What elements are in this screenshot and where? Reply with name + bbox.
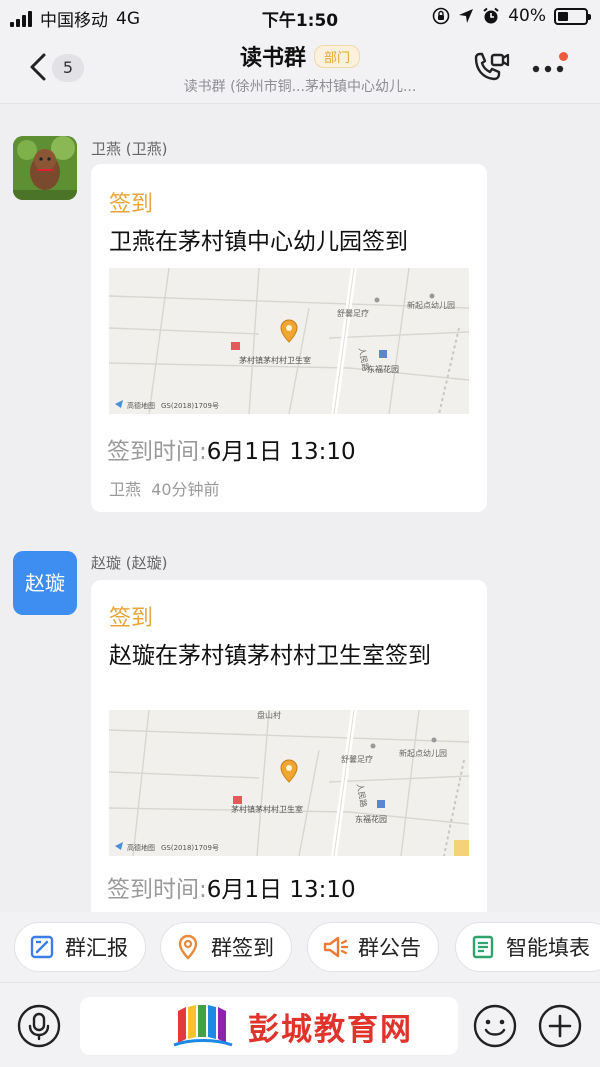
notification-dot [559,52,568,61]
svg-text:GS(2018)1709号: GS(2018)1709号 [161,844,219,852]
svg-text:舒馨足疗: 舒馨足疗 [341,754,373,764]
group-subtitle[interactable]: 读书群 (徐州市铜...茅村镇中心幼儿... [0,76,600,96]
watermark-logo-icon [173,1005,233,1047]
status-right: 40% [432,6,591,26]
footer-time-ago: 40分钟前 [151,480,220,499]
svg-text:东福花园: 东福花园 [367,364,399,374]
svg-text:GS(2018)1709号: GS(2018)1709号 [161,402,219,410]
status-bar: 中国移动 4G 下午1:50 40% [0,0,600,34]
smart-form-button[interactable]: 智能填表 [455,922,600,972]
svg-text:新起点幼儿园: 新起点幼儿园 [407,300,455,310]
page-title: 读书群 [239,46,306,71]
avatar[interactable]: 赵璇 [13,551,77,615]
battery-fill [558,11,569,21]
video-call-icon[interactable] [470,50,510,84]
more-button[interactable] [530,50,570,84]
footer-name: 卫燕 [109,480,142,499]
avatar[interactable] [13,136,77,200]
shortcut-label: 智能填表 [506,936,590,960]
map-thumbnail[interactable]: 盘山村 舒馨足疗 新起点幼儿园 人民路 茅村镇茅村村卫生室 东福花园 高德地图 … [109,710,469,856]
map-image: 盘山村 舒馨足疗 新起点幼儿园 人民路 茅村镇茅村村卫生室 东福花园 高德地图 … [109,710,469,856]
checkin-time-value: 6月1日 13:10 [206,877,356,903]
message-input[interactable]: 彭城教育网 [80,997,458,1055]
watermark-text: 彭城教育网 [248,1011,413,1048]
chat-message: 卫燕 (卫燕) 签到 卫燕在茅村镇中心幼儿园签到 舒馨足疗 新起点幼儿园 人民路 [0,104,600,524]
chat-header: 5 读书群 部门 读书群 (徐州市铜...茅村镇中心幼儿... [0,34,600,104]
checkin-card[interactable]: 签到 赵璇在茅村镇茅村村卫生室签到 盘山村 舒馨足疗 新起点幼儿园 人民路 茅村… [91,580,487,912]
location-arrow-icon [459,9,474,23]
svg-text:高德地图: 高德地图 [127,843,155,852]
checkin-time-label: 签到时间: [107,877,207,903]
alarm-icon [483,7,499,24]
sender-name: 卫燕 (卫燕) [91,140,168,158]
input-bar: 彭城教育网 [0,982,600,1067]
group-report-button[interactable]: 群汇报 [14,922,146,972]
svg-text:舒馨足疗: 舒馨足疗 [337,308,369,318]
emoji-icon[interactable] [472,1003,518,1049]
sender-name: 赵璇 (赵璇) [91,554,168,572]
svg-text:高德地图: 高德地图 [127,401,155,410]
battery-icon [554,7,591,25]
map-thumbnail[interactable]: 舒馨足疗 新起点幼儿园 人民路 茅村镇茅村村卫生室 东福花园 高德地图 GS(2… [109,268,469,414]
department-badge: 部门 [314,44,361,68]
checkin-text: 赵璇在茅村镇茅村村卫生室签到 [109,643,431,669]
svg-text:盘山村: 盘山村 [257,710,281,720]
orientation-lock-icon [432,7,450,25]
svg-text:茅村镇茅村村卫生室: 茅村镇茅村村卫生室 [239,355,311,365]
checkin-time-value: 6月1日 13:10 [206,439,356,465]
group-checkin-button[interactable]: 群签到 [160,922,292,972]
dog-photo-icon [13,136,77,200]
card-type-label: 签到 [109,192,154,217]
card-type-label: 签到 [109,606,154,631]
location-pin-icon [178,934,198,960]
checkin-card[interactable]: 签到 卫燕在茅村镇中心幼儿园签到 舒馨足疗 新起点幼儿园 人民路 茅村镇茅村村卫… [91,164,487,512]
battery-percent: 40% [508,6,546,26]
checkin-text: 卫燕在茅村镇中心幼儿园签到 [109,229,408,255]
checkin-time-label: 签到时间: [107,439,207,465]
checkin-time: 签到时间:6月1日 13:10 [107,870,356,904]
megaphone-icon [323,936,348,958]
checkin-time: 签到时间:6月1日 13:10 [107,432,356,466]
microphone-icon[interactable] [16,1003,62,1049]
shortcut-label: 群公告 [358,936,421,960]
plus-icon[interactable] [537,1003,583,1049]
svg-text:新起点幼儿园: 新起点幼儿园 [399,748,447,758]
card-footer: 卫燕 40分钟前 [109,476,220,500]
svg-text:茅村镇茅村村卫生室: 茅村镇茅村村卫生室 [231,804,303,814]
shortcut-bar: 群汇报 群签到 群公告 智能填表 [0,912,600,982]
report-icon [30,935,54,959]
shortcut-label: 群汇报 [65,936,128,960]
watermark: 彭城教育网 [172,1003,413,1049]
form-icon [472,935,494,959]
svg-text:东福花园: 东福花园 [355,814,387,824]
map-image: 舒馨足疗 新起点幼儿园 人民路 茅村镇茅村村卫生室 东福花园 高德地图 GS(2… [109,268,469,414]
group-notice-button[interactable]: 群公告 [307,922,439,972]
title-row[interactable]: 读书群 部门 [0,40,600,72]
shortcut-label: 群签到 [211,936,274,960]
chat-message: 赵璇 赵璇 (赵璇) 签到 赵璇在茅村镇茅村村卫生室签到 盘山村 舒馨足疗 新起… [0,524,600,912]
